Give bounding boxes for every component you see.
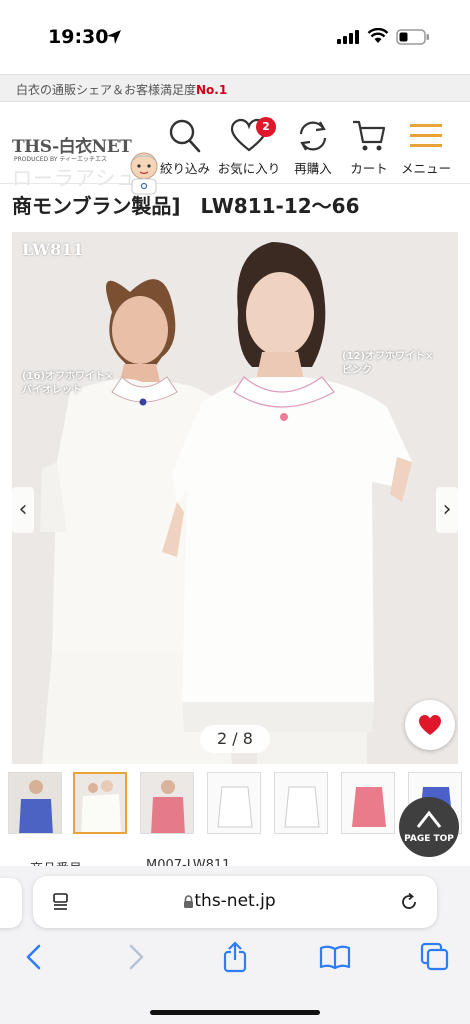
nav-favorites-label: お気に入り bbox=[217, 161, 281, 176]
cart-icon bbox=[353, 120, 386, 151]
previous-tab-preview[interactable] bbox=[0, 878, 22, 928]
signal-icon bbox=[337, 30, 359, 44]
notice-highlight: No.1 bbox=[196, 83, 228, 97]
heart-filled-icon bbox=[419, 715, 441, 735]
reload-icon[interactable] bbox=[399, 892, 419, 912]
nav-filter-label: 絞り込み bbox=[159, 161, 210, 176]
bookmarks-icon[interactable] bbox=[318, 940, 352, 974]
site-logo[interactable]: THS-白衣NET PRODUCED BY ティーエッチエス bbox=[12, 132, 158, 195]
notice-main: 白衣の通販シェア＆お客様満足度 bbox=[16, 83, 197, 97]
page-top-label: PAGE TOP bbox=[404, 834, 454, 844]
wifi-icon bbox=[367, 28, 389, 43]
thumbnail-2[interactable] bbox=[73, 772, 127, 834]
thumbnail-6[interactable] bbox=[341, 772, 395, 834]
nav-menu[interactable]: メニュー bbox=[393, 118, 459, 180]
status-bar: 19:30 bbox=[0, 0, 470, 74]
color-label-left-1: (16)オフホワイト× bbox=[22, 371, 114, 382]
page-top-button[interactable]: PAGE TOP bbox=[399, 797, 459, 857]
carousel-next-button[interactable]: › bbox=[436, 487, 458, 533]
browser-toolbar: ths-net.jp bbox=[0, 866, 470, 1024]
status-time: 19:30 bbox=[48, 26, 109, 48]
product-photo bbox=[12, 232, 458, 764]
menu-icon bbox=[410, 124, 442, 147]
carousel-prev-button[interactable]: ‹ bbox=[12, 487, 34, 533]
logo-subtext: PRODUCED BY ティーエッチエス bbox=[14, 156, 108, 163]
nav-menu-label: メニュー bbox=[400, 161, 451, 176]
battery-icon bbox=[396, 29, 429, 45]
model-code-label: LW811 bbox=[22, 240, 84, 259]
color-label-right-1: (12)オフホワイト× bbox=[342, 351, 434, 362]
url-text: ths-net.jp bbox=[194, 891, 276, 911]
back-icon[interactable] bbox=[18, 940, 52, 974]
repeat-icon bbox=[299, 121, 327, 151]
thumbnail-4[interactable] bbox=[207, 772, 261, 834]
thumbnail-3[interactable] bbox=[140, 772, 194, 834]
share-icon[interactable] bbox=[218, 940, 252, 974]
product-title: 商モンブラン製品] LW811-12〜66 bbox=[12, 194, 360, 218]
notice-bar: 白衣の通販シェア＆お客様満足度No.1 bbox=[0, 74, 470, 102]
favorites-badge: 2 bbox=[256, 117, 276, 137]
search-icon bbox=[169, 119, 201, 153]
product-image-carousel[interactable]: LW811 (16)オフホワイト× バイオレット (12)オフホワイト× ピンク… bbox=[12, 232, 458, 764]
color-label-right-2: ピンク bbox=[342, 365, 372, 376]
favorite-button[interactable] bbox=[405, 700, 455, 750]
address-bar[interactable]: ths-net.jp bbox=[33, 876, 437, 928]
color-label-left: (16)オフホワイト× バイオレット bbox=[22, 370, 113, 398]
chevron-up-icon bbox=[416, 810, 442, 828]
notice-text: 白衣の通販シェア＆お客様満足度No.1 bbox=[16, 81, 227, 98]
thumbnail-5[interactable] bbox=[274, 772, 328, 834]
nav-filter[interactable]: 絞り込み bbox=[152, 118, 218, 180]
thumbnail-1[interactable] bbox=[8, 772, 62, 834]
nav-favorites[interactable]: 2 お気に入り bbox=[216, 117, 282, 180]
color-label-left-2: バイオレット bbox=[22, 385, 82, 396]
tabs-icon[interactable] bbox=[418, 940, 452, 974]
color-label-right: (12)オフホワイト× ピンク bbox=[342, 350, 433, 378]
home-indicator bbox=[150, 1010, 320, 1015]
location-arrow-icon bbox=[107, 30, 121, 44]
image-counter: 2 / 8 bbox=[200, 725, 270, 753]
site-header: ローラアシュ THS-白衣NET PRODUCED BY ティーエッチエス 絞り… bbox=[0, 102, 470, 195]
forward-icon[interactable] bbox=[118, 940, 152, 974]
